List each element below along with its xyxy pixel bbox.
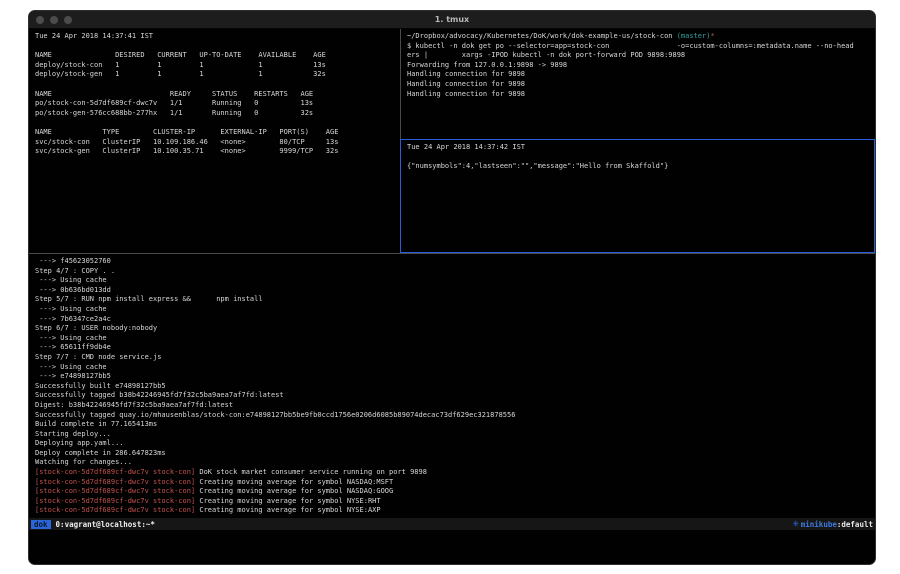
terminal-line: ---> Using cache — [35, 363, 869, 373]
terminal-text-segment: Creating moving average for symbol NASDA… — [195, 478, 393, 486]
terminal-text-segment: Creating moving average for symbol NYSE:… — [195, 497, 380, 505]
close-button-icon[interactable] — [36, 16, 44, 24]
kube-context-name: minikube — [801, 520, 837, 529]
pane-service-output-active[interactable]: Tue 24 Apr 2018 14:37:42 IST {"numsymbol… — [400, 139, 875, 253]
traffic-lights — [36, 11, 72, 28]
terminal-line: ers | xargs -IPOD kubectl -n dok port-fo… — [407, 51, 869, 61]
tmux-active-window-label[interactable]: 0:vagrant@localhost:~* — [56, 520, 155, 529]
terminal-text-segment: [stock-con-5d7df689cf-dwc7v stock-con] — [35, 487, 195, 495]
pane-port-forward[interactable]: ~/Dropbox/advocacy/Kubernetes/DoK/work/d… — [400, 29, 875, 139]
terminal-text-segment: [stock-con-5d7df689cf-dwc7v stock-con] — [35, 506, 195, 514]
terminal-text-segment: ~/Dropbox/advocacy/Kubernetes/DoK/work/d… — [407, 32, 677, 40]
terminal-line: Step 5/7 : RUN npm install express && np… — [35, 295, 869, 305]
terminal-line: Digest: b38b42246945fd7f32c5ba9aea7af7fd… — [35, 401, 869, 411]
terminal-line — [35, 42, 394, 52]
terminal-line: ---> f45623052760 — [35, 257, 869, 267]
terminal-line: ~/Dropbox/advocacy/Kubernetes/DoK/work/d… — [407, 32, 869, 42]
tmux-status-bar: dok 0:vagrant@localhost:~* ⎈ minikube :d… — [29, 518, 875, 530]
terminal-text-segment: Creating moving average for symbol NYSE:… — [195, 506, 380, 514]
terminal-line: Forwarding from 127.0.0.1:9898 -> 9898 — [407, 61, 869, 71]
terminal-line: {"numsymbols":4,"lastseen":"","message":… — [407, 162, 868, 172]
terminal-empty-area — [29, 530, 875, 565]
terminal-line: Deploy complete in 286.647823ms — [35, 449, 869, 459]
terminal-line: [stock-con-5d7df689cf-dwc7v stock-con] C… — [35, 497, 869, 507]
terminal-line: ---> 0b636bd013dd — [35, 286, 869, 296]
terminal-line: NAME DESIRED CURRENT UP-TO-DATE AVAILABL… — [35, 51, 394, 61]
terminal-line: [stock-con-5d7df689cf-dwc7v stock-con] C… — [35, 478, 869, 488]
tmux-session-badge[interactable]: dok — [31, 520, 51, 529]
terminal-line: ---> Using cache — [35, 305, 869, 315]
terminal-line: Step 6/7 : USER nobody:nobody — [35, 324, 869, 334]
kubernetes-helm-icon: ⎈ — [793, 519, 799, 529]
terminal-line: Successfully tagged quay.io/mhausenblas/… — [35, 411, 869, 421]
terminal-line: NAME READY STATUS RESTARTS AGE — [35, 90, 394, 100]
terminal-line: ---> e74898127bb5 — [35, 372, 869, 382]
terminal-line: Watching for changes... — [35, 458, 869, 468]
terminal-line: Successfully built e74898127bb5 — [35, 382, 869, 392]
terminal-line: Tue 24 Apr 2018 14:37:41 IST — [35, 32, 394, 42]
terminal-line: Handling connection for 9898 — [407, 80, 869, 90]
terminal-line: ---> Using cache — [35, 334, 869, 344]
pane-kubectl-resources[interactable]: Tue 24 Apr 2018 14:37:41 IST NAME DESIRE… — [29, 29, 400, 253]
terminal-text-segment: * — [710, 32, 714, 40]
window-title: 1. tmux — [29, 15, 875, 24]
terminal-line: [stock-con-5d7df689cf-dwc7v stock-con] D… — [35, 468, 869, 478]
terminal-line: po/stock-con-5d7df689cf-dwc7v 1/1 Runnin… — [35, 99, 394, 109]
terminal-text-segment: [stock-con-5d7df689cf-dwc7v stock-con] — [35, 468, 195, 476]
terminal-line: Starting deploy... — [35, 430, 869, 440]
terminal-text-segment: (master) — [677, 32, 711, 40]
terminal-line: Tue 24 Apr 2018 14:37:42 IST — [407, 143, 868, 153]
kube-namespace: :default — [837, 520, 873, 529]
terminal-line: Build complete in 77.165413ms — [35, 420, 869, 430]
terminal-line — [407, 153, 868, 163]
terminal-line: NAME TYPE CLUSTER-IP EXTERNAL-IP PORT(S)… — [35, 128, 394, 138]
terminal-line: [stock-con-5d7df689cf-dwc7v stock-con] C… — [35, 487, 869, 497]
terminal-text-segment: [stock-con-5d7df689cf-dwc7v stock-con] — [35, 497, 195, 505]
terminal-line: deploy/stock-con 1 1 1 1 13s — [35, 61, 394, 71]
terminal-line: Deploying app.yaml... — [35, 439, 869, 449]
terminal-line: Handling connection for 9898 — [407, 70, 869, 80]
terminal-line: deploy/stock-gen 1 1 1 1 32s — [35, 70, 394, 80]
terminal-line — [35, 118, 394, 128]
terminal-line: ---> 65611ff9db4e — [35, 343, 869, 353]
terminal-line: Step 4/7 : COPY . . — [35, 267, 869, 277]
terminal-line: Successfully tagged b38b42246945fd7f32c5… — [35, 391, 869, 401]
zoom-button-icon[interactable] — [64, 16, 72, 24]
terminal-line: Step 7/7 : CMD node service.js — [35, 353, 869, 363]
terminal-line: ---> 7b6347ce2a4c — [35, 315, 869, 325]
terminal-content: Tue 24 Apr 2018 14:37:41 IST NAME DESIRE… — [29, 29, 875, 518]
terminal-window: 1. tmux Tue 24 Apr 2018 14:37:41 IST NAM… — [28, 10, 876, 565]
terminal-line: ---> Using cache — [35, 276, 869, 286]
terminal-line: $ kubectl -n dok get po --selector=app=s… — [407, 42, 869, 52]
terminal-text-segment: DoK stock market consumer service runnin… — [195, 468, 427, 476]
terminal-line: svc/stock-gen ClusterIP 10.100.35.71 <no… — [35, 147, 394, 157]
terminal-line: Handling connection for 9898 — [407, 90, 869, 100]
window-title-bar: 1. tmux — [29, 11, 875, 29]
pane-skaffold-build-log[interactable]: ---> f45623052760Step 4/7 : COPY . . ---… — [29, 253, 875, 518]
terminal-text-segment: [stock-con-5d7df689cf-dwc7v stock-con] — [35, 478, 195, 486]
terminal-text-segment: Creating moving average for symbol NASDA… — [195, 487, 393, 495]
terminal-line: po/stock-gen-576cc688bb-277hx 1/1 Runnin… — [35, 109, 394, 119]
terminal-line: [stock-con-5d7df689cf-dwc7v stock-con] C… — [35, 506, 869, 516]
terminal-line — [35, 80, 394, 90]
kube-context-indicator: ⎈ minikube :default — [793, 519, 873, 529]
minimize-button-icon[interactable] — [50, 16, 58, 24]
terminal-line: svc/stock-con ClusterIP 10.109.186.46 <n… — [35, 138, 394, 148]
